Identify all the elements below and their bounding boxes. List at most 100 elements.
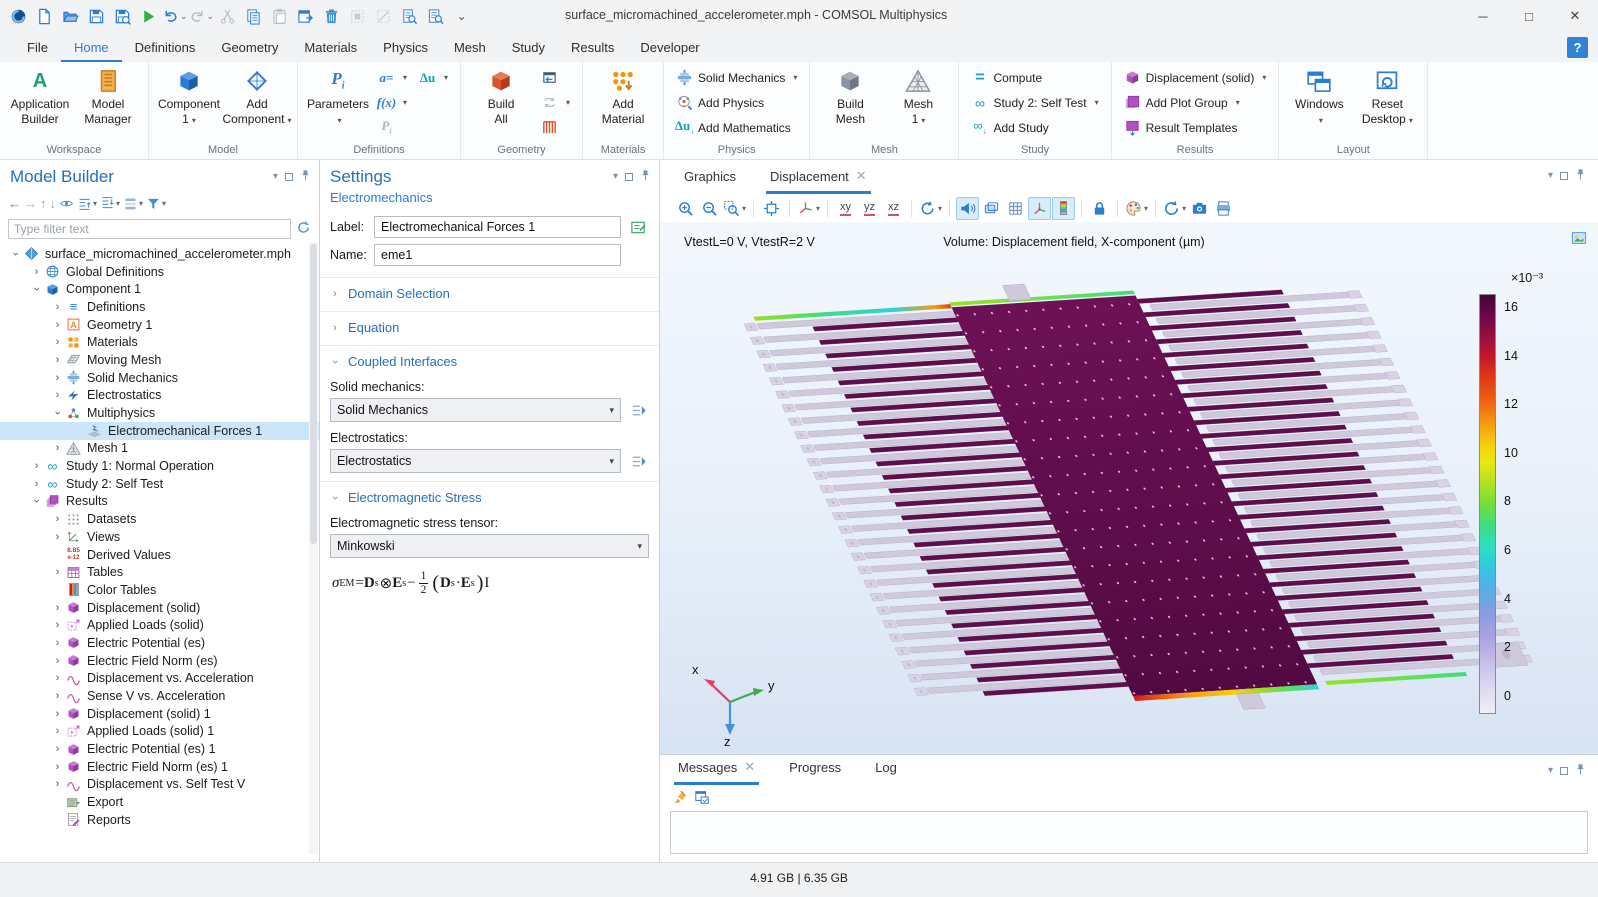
color-palette-button[interactable]: ▾ (1124, 197, 1149, 220)
tree-chevron-icon[interactable]: › (50, 336, 65, 348)
virtual-operations-button[interactable] (536, 115, 575, 140)
application-builder-button[interactable]: AApplicationBuilder (7, 65, 73, 127)
pin-icon[interactable] (1575, 763, 1586, 779)
print-button[interactable] (1212, 197, 1235, 220)
pin-icon[interactable] (300, 169, 311, 185)
mesh-1-button[interactable]: Mesh1▾ (885, 65, 951, 127)
zoom-out-button[interactable] (698, 197, 721, 220)
model-manager-button[interactable]: ModelManager (75, 65, 141, 127)
search-button[interactable] (423, 4, 448, 28)
menu-materials[interactable]: Materials (291, 32, 370, 62)
tree-chevron-icon[interactable]: › (50, 354, 65, 366)
show-button[interactable] (59, 196, 74, 211)
menu-geometry[interactable]: Geometry (208, 32, 291, 62)
rotate-view-button[interactable]: ▾ (918, 197, 943, 220)
add-plot-group-button[interactable]: Add Plot Group▾ (1119, 90, 1272, 115)
show-legends-button[interactable] (1052, 197, 1075, 220)
label-field[interactable]: Electromechanical Forces 1 (374, 216, 621, 238)
app-icon[interactable] (6, 4, 31, 28)
tab-log[interactable]: Log (871, 754, 901, 785)
pin-icon[interactable] (1575, 168, 1586, 184)
section-equation[interactable]: › Equation (320, 311, 659, 337)
plot-group-select[interactable]: Displacement (solid)▾ (1119, 65, 1272, 90)
tree-item[interactable]: ›∞Study 1: Normal Operation (0, 457, 319, 475)
component-1-button[interactable]: Component1▾ (156, 65, 222, 127)
duplicate-button[interactable] (293, 4, 318, 28)
tree-item[interactable]: ›Electric Potential (es) (0, 634, 319, 652)
tree-item[interactable]: ›∞Study 2: Self Test (0, 475, 319, 493)
lock-camera-button[interactable] (1088, 197, 1111, 220)
panel-menu-icon[interactable]: ▾ (613, 172, 618, 182)
tree-item[interactable]: Color Tables (0, 581, 319, 599)
physics-interface-select[interactable]: Solid Mechanics▾ (671, 65, 802, 90)
tree-item[interactable]: ›Views (0, 528, 319, 546)
name-field[interactable]: eme1 (374, 244, 621, 266)
detach-panel-icon[interactable] (1560, 172, 1568, 180)
insert-sequence-button[interactable] (536, 65, 575, 90)
tree-item[interactable]: ›Electrostatics (0, 387, 319, 405)
go-to-source-button[interactable] (627, 450, 649, 472)
add-material-button[interactable]: AddMaterial (590, 65, 656, 127)
tree-chevron-icon[interactable]: › (50, 372, 65, 384)
menu-results[interactable]: Results (558, 32, 627, 62)
copy-button[interactable] (241, 4, 266, 28)
maximize-button[interactable]: □ (1506, 0, 1552, 32)
tab-displacement[interactable]: Displacement✕ (766, 162, 871, 194)
transparency-button[interactable] (980, 197, 1003, 220)
compute-button[interactable]: =Compute (966, 65, 1103, 90)
tree-chevron-icon[interactable]: › (29, 266, 44, 278)
open-button[interactable] (58, 4, 83, 28)
close-button[interactable]: ✕ (1552, 0, 1598, 32)
tree-chevron-icon[interactable]: › (50, 708, 65, 720)
stress-tensor-select[interactable]: Minkowski ▾ (330, 534, 649, 558)
collapse-all-button[interactable]: ▾ (77, 196, 97, 211)
tree-chevron-icon[interactable]: › (52, 406, 64, 421)
tree-item[interactable]: 8.85e-12Derived Values (0, 546, 319, 564)
move-down-button[interactable]: ↓ (50, 197, 57, 210)
tree-item[interactable]: ›Displacement (solid) 1 (0, 705, 319, 723)
run-button[interactable] (136, 4, 161, 28)
tree-chevron-icon[interactable]: › (50, 619, 65, 631)
view-yz-button[interactable]: yz (858, 197, 881, 220)
menu-definitions[interactable]: Definitions (122, 32, 209, 62)
zoom-box-button[interactable]: ▾ (722, 197, 747, 220)
menu-mesh[interactable]: Mesh (441, 32, 499, 62)
result-templates-button[interactable]: Result Templates (1119, 115, 1272, 140)
undo-button[interactable]: ⌄ (162, 4, 188, 28)
tree-item[interactable]: Export (0, 793, 319, 811)
electrostatics-select[interactable]: Electrostatics ▾ (330, 449, 621, 473)
tree-item[interactable]: ›Electric Potential (es) 1 (0, 740, 319, 758)
clear-selection-button[interactable] (371, 4, 396, 28)
tree-item[interactable]: ›Tables (0, 563, 319, 581)
save-button[interactable] (84, 4, 109, 28)
forward-button[interactable]: → (24, 197, 37, 210)
tree-chevron-icon[interactable]: › (50, 319, 65, 331)
menu-developer[interactable]: Developer (627, 32, 712, 62)
filter-input[interactable] (8, 219, 291, 239)
tree-chevron-icon[interactable]: › (50, 690, 65, 702)
tree-item[interactable]: ›Applied Loads (solid) (0, 616, 319, 634)
tree-item[interactable]: ›Displacement (solid) (0, 599, 319, 617)
tree-chevron-icon[interactable]: › (50, 672, 65, 684)
cut-button[interactable] (215, 4, 240, 28)
build-mesh-button[interactable]: BuildMesh (817, 65, 883, 127)
tree-chevron-icon[interactable]: › (50, 761, 65, 773)
expand-all-button[interactable]: ▾ (100, 196, 120, 211)
close-tab-icon[interactable]: ✕ (856, 168, 867, 184)
go-to-default-view-button[interactable]: ▾ (796, 197, 821, 220)
paste-button[interactable] (267, 4, 292, 28)
customize-toolbar-button[interactable]: ⌄ (449, 4, 474, 28)
tree-scrollbar[interactable] (309, 242, 318, 854)
plot-thumbnail-icon[interactable] (1570, 230, 1588, 246)
tree-item[interactable]: ›Mesh 1 (0, 440, 319, 458)
tree-chevron-icon[interactable]: › (50, 602, 65, 614)
tree-item[interactable]: ›Datasets (0, 510, 319, 528)
tree-chevron-icon[interactable]: › (29, 478, 44, 490)
parameters-button[interactable]: PiParameters▾ (305, 65, 371, 127)
study-select[interactable]: ∞Study 2: Self Test▾ (966, 90, 1103, 115)
add-component-button[interactable]: AddComponent▾ (224, 65, 290, 127)
tree-item[interactable]: ›Sense V vs. Acceleration (0, 687, 319, 705)
help-button[interactable]: ? (1567, 37, 1588, 58)
tab-graphics[interactable]: Graphics (680, 163, 740, 194)
tree-chevron-icon[interactable]: › (50, 725, 65, 737)
